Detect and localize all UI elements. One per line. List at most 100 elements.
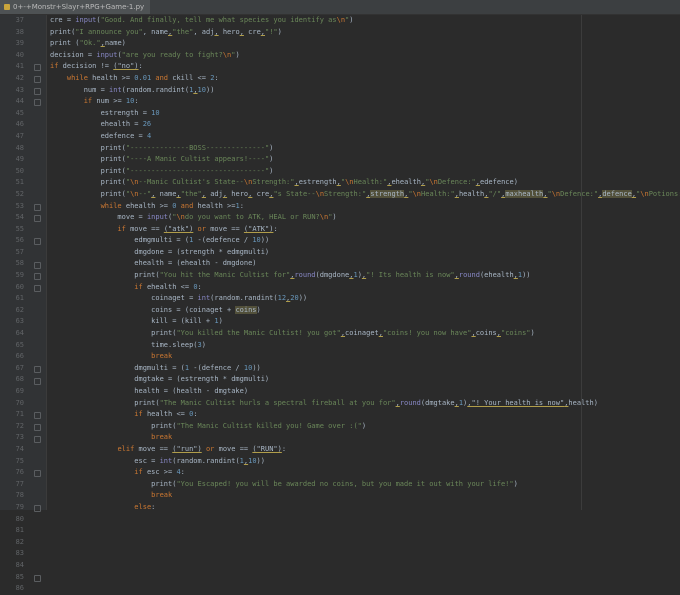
code-line[interactable]: if ehealth <= 0:	[47, 282, 680, 294]
code-area[interactable]: cre = input ("Good. And finally, tell me …	[47, 15, 680, 510]
code-line[interactable]: print("You killed the Manic Cultist! you…	[47, 328, 680, 340]
code-line[interactable]: print("You Escaped! you will be awarded …	[47, 479, 680, 491]
code-editor[interactable]: 37 38 39 40 41 42 43 44 45 46 47 48 49 50 51 52 53 54 55 56…	[0, 15, 680, 592]
fold-marker-icon[interactable]	[34, 470, 41, 478]
fold-marker-icon[interactable]	[34, 412, 41, 420]
code-token: (dmgtake	[420, 398, 455, 407]
code-line[interactable]: num = int(random.randint(1,10))	[47, 85, 680, 97]
code-line[interactable]: coinaget = int(random.randint(12,20))	[47, 293, 680, 305]
line-number: 82	[0, 537, 46, 549]
code-line[interactable]: move = input("\ndo you want to ATK, HEAL…	[47, 212, 680, 224]
code-token: \n	[336, 16, 346, 24]
code-line[interactable]: print("I announce you", name,"the", adj,…	[47, 27, 680, 39]
code-token: "Good. And finally, tell me what species…	[100, 16, 337, 24]
code-token: break	[151, 352, 173, 361]
line-number-text: 62	[15, 305, 24, 314]
code-line[interactable]: time.sleep(3)	[47, 340, 680, 352]
code-line[interactable]: while ehealth >= 0 and health >=1:	[47, 201, 680, 213]
code-line[interactable]: while health >= 0.01 and ckill <= 2:	[47, 73, 680, 85]
code-line[interactable]: decision = input("are you ready to fight…	[47, 50, 680, 62]
code-token: )	[269, 166, 274, 175]
fold-marker-icon[interactable]	[34, 238, 41, 246]
code-line[interactable]: if health <= 0:	[47, 409, 680, 421]
code-line[interactable]: ehealth = (ehealth - dmgdone)	[47, 258, 680, 270]
code-line[interactable]: if esc >= 4:	[47, 467, 680, 479]
code-token: input	[146, 213, 169, 222]
code-line[interactable]: print("--------------------------------"…	[47, 166, 680, 178]
fold-marker-icon[interactable]	[34, 87, 41, 95]
fold-marker-icon[interactable]	[34, 505, 41, 513]
code-line[interactable]: print("\n--", name,"the", adj, hero, cre…	[47, 189, 680, 201]
line-number-text: 41	[15, 62, 24, 71]
line-number: 46	[0, 119, 46, 131]
code-line[interactable]: break	[47, 432, 680, 444]
code-line[interactable]: edefence = 4	[47, 131, 680, 143]
code-token: move ==	[214, 444, 253, 453]
code-line[interactable]: print("The Manic Cultist hurls a spectra…	[47, 398, 680, 410]
code-token: health	[458, 189, 485, 198]
code-line[interactable]: if num >= 10:	[47, 96, 680, 108]
fold-marker-icon[interactable]	[34, 64, 41, 72]
code-token: ("atk")	[163, 224, 194, 233]
line-number-text: 70	[15, 398, 24, 407]
code-line[interactable]: print("You hit the Manic Cultist for",ro…	[47, 270, 680, 282]
code-token: )	[235, 50, 240, 59]
code-token: ))	[205, 85, 215, 94]
code-token: Strength:"	[324, 189, 367, 198]
fold-marker-icon[interactable]	[34, 574, 41, 582]
line-number: 75	[0, 456, 46, 468]
code-line[interactable]: if decision != ("no"):	[47, 61, 680, 73]
code-token: "! Your health is now"	[471, 398, 565, 407]
code-line[interactable]: dmgmulti = (1 -(defence / 10))	[47, 363, 680, 375]
code-line[interactable]: break	[47, 490, 680, 502]
line-number-text: 45	[15, 108, 24, 117]
code-token: Defence:"	[437, 178, 476, 187]
code-token: ("run")	[172, 444, 202, 453]
fold-marker-icon[interactable]	[34, 76, 41, 83]
code-token: input	[96, 50, 118, 59]
code-line[interactable]: health = (health - dmgtake)	[47, 386, 680, 398]
code-line[interactable]: dmgdone = (strength * edmgmulti)	[47, 247, 680, 259]
code-line[interactable]: print("\n--Manic Cultist's State--\nStre…	[47, 177, 680, 189]
code-line[interactable]: print("----A Manic Cultist appears!----"…	[47, 154, 680, 166]
line-number: 61	[0, 293, 46, 305]
fold-marker-icon[interactable]	[34, 261, 41, 269]
code-line[interactable]: kill = (kill + 1)	[47, 316, 680, 328]
code-line[interactable]: edmgmulti = (1 -(edefence / 10))	[47, 235, 680, 247]
code-line[interactable]: else:	[47, 502, 680, 510]
code-token: "----A Manic Cultist appears!----"	[125, 155, 270, 164]
fold-marker-icon[interactable]	[34, 284, 41, 292]
code-line[interactable]: estrength = 10	[47, 108, 680, 120]
code-line[interactable]: dmgtake = (estrength * dmgmulti)	[47, 374, 680, 386]
code-line[interactable]: print("The Manic Cultist killed you! Gam…	[47, 421, 680, 433]
fold-marker-icon[interactable]	[34, 215, 41, 223]
code-token: print	[50, 329, 173, 338]
code-line[interactable]: esc = int(random.randint(1,10))	[47, 456, 680, 468]
fold-marker-icon[interactable]	[34, 99, 41, 107]
line-number-text: 55	[15, 224, 24, 233]
code-token: :	[214, 73, 219, 82]
line-number-text: 52	[15, 189, 24, 198]
code-token: "coins"	[501, 329, 531, 338]
fold-marker-icon[interactable]	[34, 366, 41, 373]
fold-marker-icon[interactable]	[34, 203, 41, 211]
line-number: 84	[0, 560, 46, 572]
code-line[interactable]: cre = input("Good. And finally, tell me …	[47, 15, 680, 27]
code-token: "I announce you"	[75, 27, 143, 36]
code-line[interactable]: if move == ("atk") or move == ("ATK"):	[47, 224, 680, 236]
code-line[interactable]: break	[47, 351, 680, 363]
fold-marker-icon[interactable]	[34, 424, 41, 431]
fold-marker-icon[interactable]	[34, 435, 41, 443]
file-tab[interactable]: 0+-+Monstr+Slayr+RPG+Game-1.py	[0, 0, 151, 14]
code-line[interactable]: coins = (coinaget + coins)	[47, 305, 680, 317]
code-token: "You Escaped! you will be awarded no coi…	[176, 479, 514, 488]
fold-marker-icon[interactable]	[34, 377, 41, 385]
code-line[interactable]: print("--------------BOSS--------------"…	[47, 143, 680, 155]
code-line[interactable]: elif move == ("run") or move == ("RUN"):	[47, 444, 680, 456]
code-line[interactable]: ehealth = 26	[47, 119, 680, 131]
fold-marker-icon[interactable]	[34, 273, 41, 281]
line-number: 64	[0, 328, 46, 340]
code-line[interactable]: print ("Ok.",name)	[47, 38, 680, 50]
